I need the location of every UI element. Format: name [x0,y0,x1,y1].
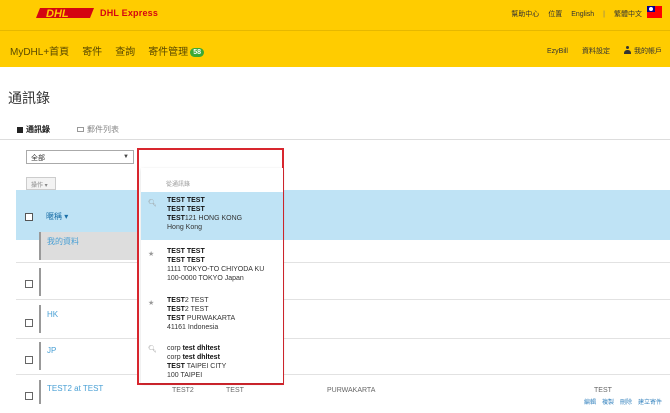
settings-link[interactable]: 資料設定 [582,46,610,56]
tab-mailing-list-label: 郵件列表 [87,125,119,134]
row-label[interactable]: 我的資料 [47,236,79,247]
ezybill-link[interactable]: EzyBill [547,48,568,55]
row-checkbox[interactable] [25,392,33,400]
row-checkbox[interactable] [25,280,33,288]
page: DHL DHL Express 幫助中心 位置 English | 繁體中文 M… [0,0,670,413]
shipment-count-badge: 58 [190,48,204,57]
search-icon: 🔍︎ [148,200,157,207]
english-link[interactable]: English [571,11,594,18]
delete-link[interactable]: 刪除 [620,397,632,406]
create-shipment-link[interactable]: 建立寄件 [638,397,662,406]
row-label[interactable]: HK [47,310,58,319]
main-nav: MyDHL+首頁 寄件 查詢 寄件管理 58 EzyBill 資料設定 我的帳戶 [0,30,670,67]
row-checkbox[interactable] [25,319,33,327]
autocomplete-item[interactable]: ★ TEST2 TEST TEST2 TEST TEST PURWAKARTA … [141,292,283,340]
nav-home[interactable]: MyDHL+首頁 [10,43,69,58]
help-link[interactable]: 幫助中心 [511,9,539,19]
row-actions: 編輯 複製 刪除 建立寄件 [584,397,662,406]
autocomplete-item[interactable]: 🔍︎ TEST TEST TEST TEST TEST121 HONG KONG… [141,192,283,240]
category-select-value: 全部 [31,155,45,162]
top-links: 幫助中心 位置 English | 繁體中文 [511,9,642,19]
taiwan-flag-icon[interactable] [647,6,662,18]
nav-manage-label: 寄件管理 [148,47,189,58]
autocomplete-list: 從通訊錄 🔍︎ TEST TEST TEST TEST TEST121 HONG… [141,168,283,383]
autocomplete-item-text: TEST TEST TEST TEST 1111 TOKYO-TO CHIYOD… [167,248,265,282]
table-row[interactable] [39,268,139,296]
select-all-checkbox[interactable] [25,213,33,221]
row-checkbox[interactable] [25,356,33,364]
dhl-logo[interactable]: DHL [34,5,96,21]
tab-bar: 通訊錄 郵件列表 [0,114,670,140]
copy-link[interactable]: 複製 [602,397,614,406]
row-divider [16,262,670,263]
account-label: 我的帳戶 [634,48,662,55]
brand-subtitle: DHL Express [100,8,159,18]
sort-nickname-header[interactable]: 暱稱 ▾ [46,211,68,222]
autocomplete-item[interactable]: 🔍︎ corp test dhltest corp test dhltest T… [141,340,283,383]
row-divider [16,299,670,300]
autocomplete-item[interactable]: ★ TEST TEST TEST TEST 1111 TOKYO-TO CHIY… [141,243,283,291]
row-cell: TEST2 [172,387,194,394]
edit-link[interactable]: 編輯 [584,397,596,406]
autocomplete-item-text: TEST TEST TEST TEST TEST121 HONG KONG Ho… [167,197,243,231]
autocomplete-item-text: corp test dhltest corp test dhltest TEST… [167,345,227,379]
actions-button[interactable]: 操作 ▾ [26,177,56,190]
row-cell: TEST [594,387,612,394]
top-bar: DHL DHL Express 幫助中心 位置 English | 繁體中文 [0,0,670,30]
account-link[interactable]: 我的帳戶 [624,46,662,56]
chinese-link[interactable]: 繁體中文 [614,9,642,19]
tab-mailing-list[interactable]: 郵件列表 [77,124,119,135]
category-select[interactable]: 全部 ▼ [26,150,134,164]
list-icon [77,127,84,132]
star-icon: ★ [148,251,155,258]
tab-address-book[interactable]: 通訊錄 [17,124,50,135]
star-icon: ★ [148,300,155,307]
row-label[interactable]: JP [47,346,56,355]
page-title: 通訊錄 [8,90,50,106]
tab-address-book-label: 通訊錄 [26,125,50,134]
nav-manage[interactable]: 寄件管理 58 [148,43,204,58]
book-icon [17,126,23,133]
caret-down-icon: ▼ [123,154,129,160]
row-divider [16,374,670,375]
separator: | [603,10,605,18]
user-icon [624,46,631,54]
row-label[interactable]: TEST2 at TEST [47,384,103,393]
autocomplete-dropdown: 從通訊錄 🔍︎ TEST TEST TEST TEST TEST121 HONG… [137,148,284,385]
dropdown-header: 從通訊錄 [166,182,191,188]
nav-ship[interactable]: 寄件 [82,43,102,58]
logo-text: DHL [46,8,69,20]
autocomplete-item-text: TEST2 TEST TEST2 TEST TEST PURWAKARTA 41… [167,297,236,331]
row-cell: TEST [226,387,244,394]
row-divider [16,338,670,339]
row-cell: PURWAKARTA [327,387,376,394]
search-icon: 🔍︎ [148,346,157,353]
nav-track[interactable]: 查詢 [115,43,135,58]
location-link[interactable]: 位置 [548,9,562,19]
